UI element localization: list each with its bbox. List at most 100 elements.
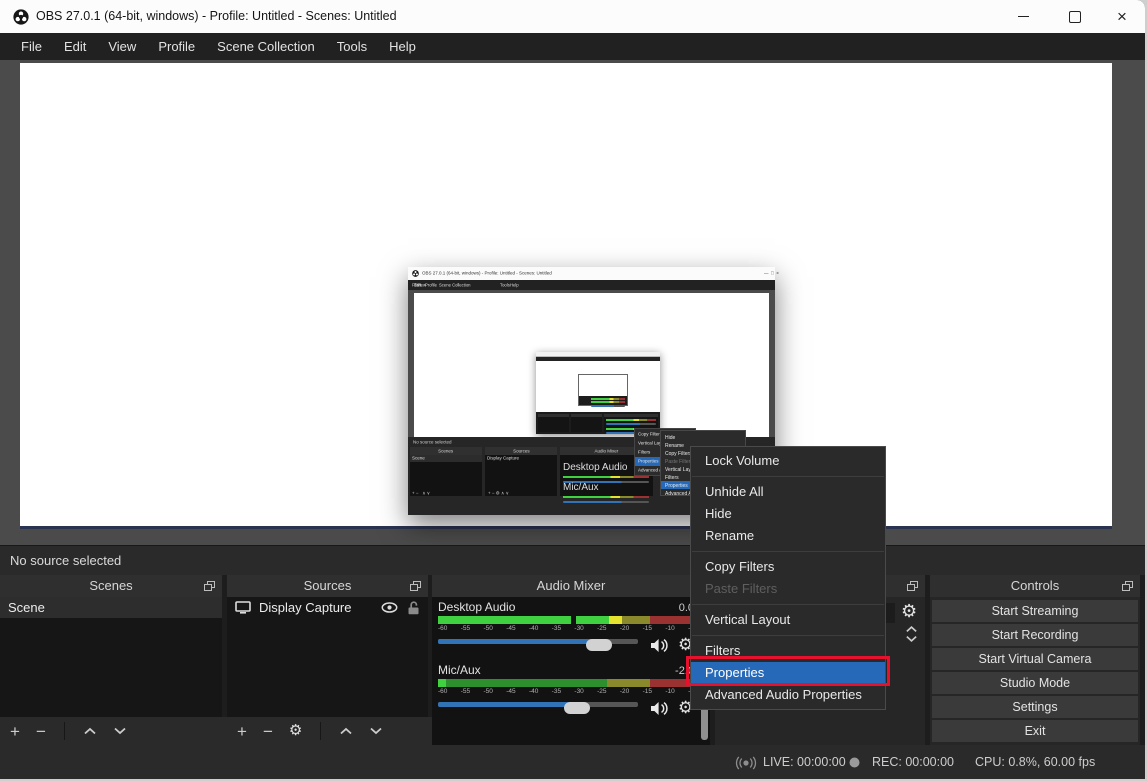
chevron-up-icon[interactable] [339,727,353,735]
menu-item-filters[interactable]: Filters [691,640,885,662]
context-menu: Lock Volume Unhide All Hide Rename Copy … [690,446,886,710]
captured-window-controls: — □ × [764,271,779,276]
menu-item-vertical-layout[interactable]: Vertical Layout [691,609,885,631]
speaker-icon[interactable] [650,638,669,653]
plus-icon[interactable]: + [10,723,20,740]
chevron-down-icon[interactable] [905,635,918,643]
menu-profile[interactable]: Profile [147,39,206,54]
captured-obs-logo-icon [412,270,419,277]
start-recording-button[interactable]: Start Recording [932,624,1138,646]
popout-icon[interactable] [1122,581,1133,591]
minimize-button[interactable] [1000,0,1046,33]
menu-help[interactable]: Help [378,39,427,54]
chevron-down-icon[interactable] [113,727,127,735]
menu-tools[interactable]: Tools [326,39,378,54]
channel-name: Mic/Aux [438,663,481,677]
rec-dot-icon [849,757,860,768]
captured-screen-edge [20,526,1112,529]
captured-menu-item: Help [510,283,519,288]
menu-item-paste-filters: Paste Filters [691,578,885,600]
speaker-icon[interactable] [650,701,669,716]
maximize-icon [1069,11,1081,23]
controls-title: Controls [930,575,1140,597]
volume-slider[interactable] [438,702,638,707]
menu-item-unhide-all[interactable]: Unhide All [691,481,885,503]
captured-preview: Copy Filters Vertical Layout Filters Pro… [408,290,775,437]
start-virtual-camera-button[interactable]: Start Virtual Camera [932,648,1138,670]
obs-logo-icon [13,9,29,25]
minus-icon[interactable]: − [263,723,273,740]
volume-slider-handle[interactable] [564,702,590,714]
menu-item-copy-filters[interactable]: Copy Filters [691,556,885,578]
menu-item-advanced-audio-properties[interactable]: Advanced Audio Properties [691,684,885,706]
chevron-down-icon[interactable] [369,727,383,735]
menu-file[interactable]: File [10,39,53,54]
sources-panel: Sources Display Capture [227,575,428,745]
start-streaming-button[interactable]: Start Streaming [932,600,1138,622]
eye-icon[interactable] [381,602,398,613]
preview-canvas[interactable]: OBS 27.0.1 (64-bit, windows) - Profile: … [20,63,1112,529]
broadcast-icon [735,756,757,770]
sources-toolbar: + − ⚙ [227,717,438,745]
settings-button[interactable]: Settings [932,696,1138,718]
duration-stepper[interactable] [903,625,919,643]
captured-menu-item: Tools [500,283,510,288]
exit-button[interactable]: Exit [932,720,1138,742]
scene-row[interactable]: Scene [0,597,222,618]
monitor-icon [235,601,251,614]
title-bar: OBS 27.0.1 (64-bit, windows) - Profile: … [0,0,1145,33]
gear-icon[interactable]: ⚙ [901,603,917,619]
scenes-list: Scene [0,597,222,717]
source-toolbar: No source selected ⚙ Properties Filters [0,545,1145,575]
menu-separator [692,635,884,636]
scenes-header: Scenes [0,575,222,597]
controls-panel: Controls Start Streaming Start Recording… [930,575,1140,745]
source-row-display-capture[interactable]: Display Capture [227,597,428,618]
meter-scale: -60-55-50-45-40-35-30-25-20-15-10-5 [438,625,694,632]
maximize-button[interactable] [1052,0,1098,33]
sources-header: Sources [227,575,428,597]
scenes-title: Scenes [0,575,222,597]
menu-separator [692,604,884,605]
mixer-channel-desktop-audio: Desktop Audio 0.0 -60-55-50-45-40-35-30-… [438,600,694,653]
menu-separator [692,476,884,477]
close-button[interactable]: × [1099,0,1145,33]
menu-edit[interactable]: Edit [53,39,97,54]
plus-icon[interactable]: + [237,723,247,740]
menu-bar: File Edit View Profile Scene Collection … [0,33,1145,60]
audio-mixer-header: Audio Mixer [432,575,710,597]
menu-item-hide[interactable]: Hide [691,503,885,525]
menu-scene-collection[interactable]: Scene Collection [206,39,326,54]
captured-menu-item: Scene Collection [439,283,471,288]
menu-view[interactable]: View [97,39,147,54]
screenshot-root: OBS 27.0.1 (64-bit, windows) - Profile: … [0,0,1147,781]
studio-mode-button[interactable]: Studio Mode [932,672,1138,694]
sources-title: Sources [227,575,428,597]
sources-list: Display Capture [227,597,428,717]
dock-row: Scenes Scene + − Sources [0,575,1145,745]
controls-header: Controls [930,575,1140,597]
chevron-up-icon[interactable] [905,625,918,633]
gear-icon[interactable]: ⚙ [289,723,302,739]
volume-meter [438,616,694,624]
live-time: LIVE: 00:00:00 [763,745,846,779]
captured-title-bar: OBS 27.0.1 (64-bit, windows) - Profile: … [408,267,775,280]
nested-menu-bar [536,357,660,361]
chevron-up-icon[interactable] [83,727,97,735]
popout-icon[interactable] [410,581,421,591]
channel-name: Desktop Audio [438,600,515,614]
no-source-selected-label: No source selected [10,546,121,576]
minus-icon[interactable]: − [36,723,46,740]
close-icon: × [1117,8,1127,25]
menu-separator [692,551,884,552]
unlock-icon[interactable] [407,601,420,615]
menu-item-rename[interactable]: Rename [691,525,885,547]
cpu-fps-stats: CPU: 0.8%, 60.00 fps [975,745,1095,779]
menu-item-properties[interactable]: Properties [691,662,885,684]
menu-item-lock-volume[interactable]: Lock Volume [691,450,885,472]
popout-icon[interactable] [907,581,918,591]
volume-slider-handle[interactable] [586,639,612,651]
popout-icon[interactable] [204,581,215,591]
obs-main-window: OBS 27.0.1 (64-bit, windows) - Profile: … [0,0,1145,779]
captured-no-source: No source selected [413,440,452,445]
